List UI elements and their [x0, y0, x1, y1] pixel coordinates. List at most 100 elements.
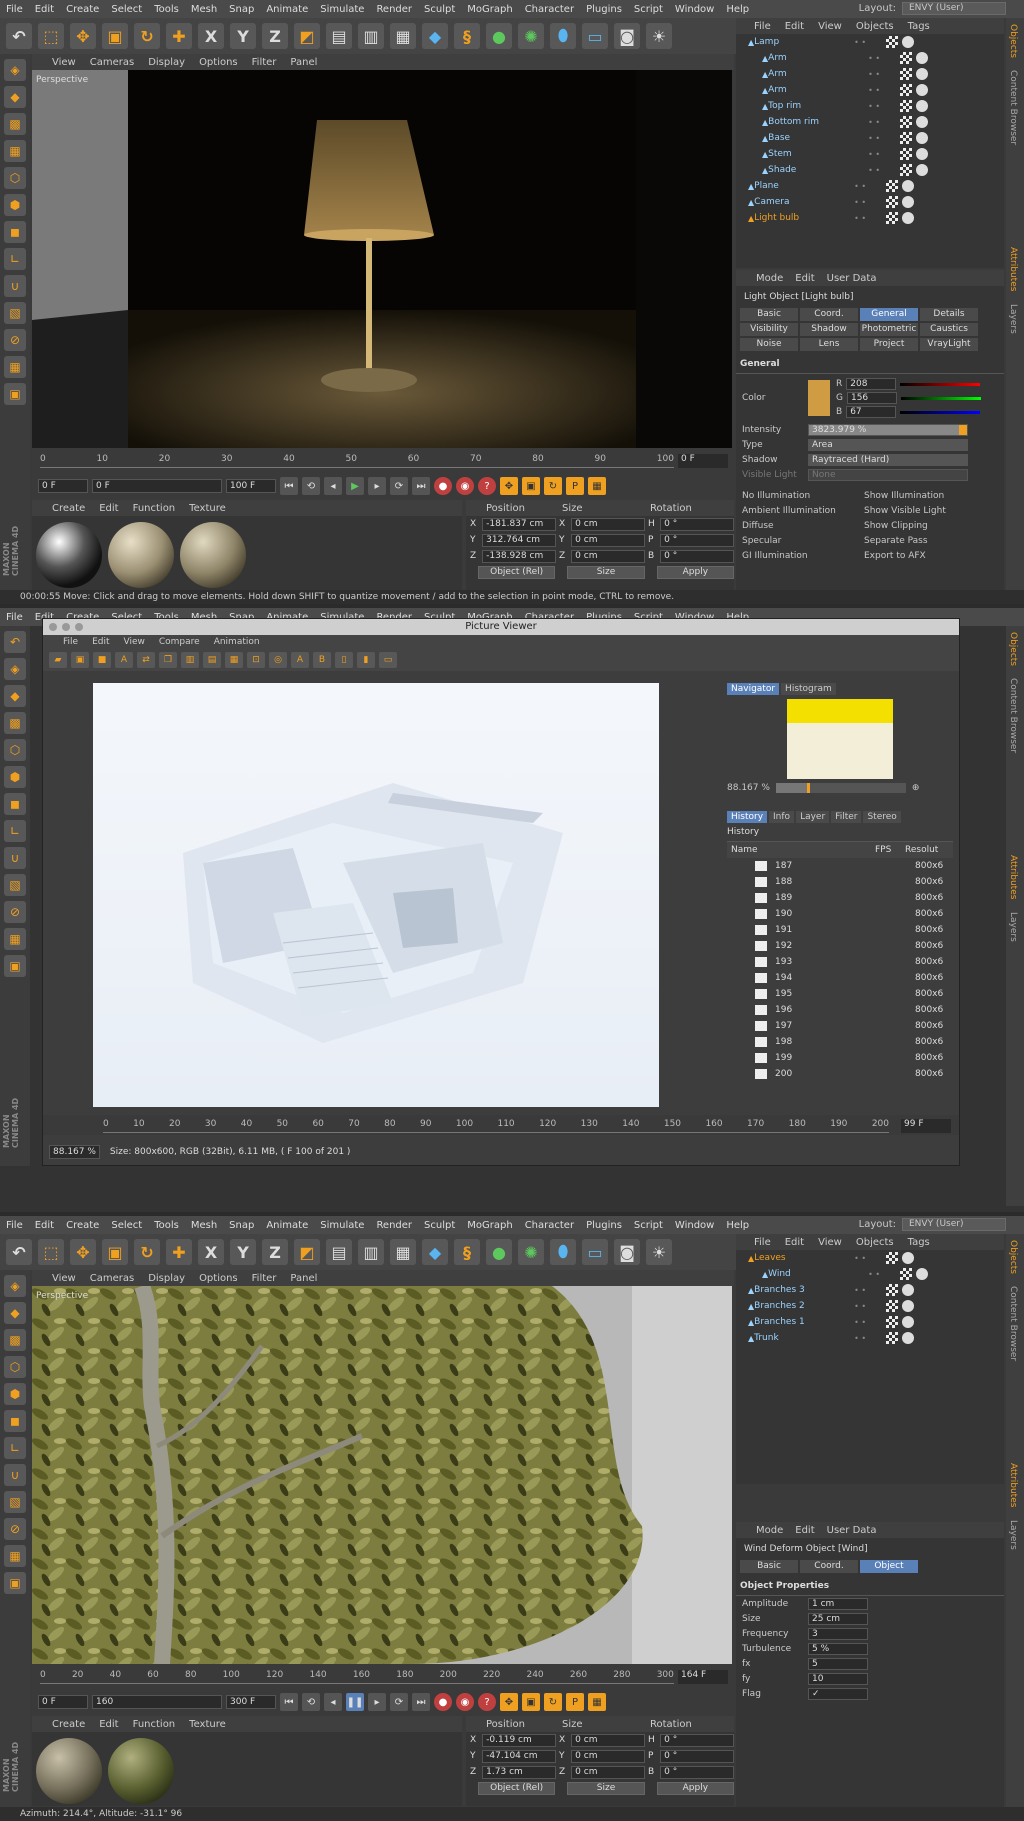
apply-button-3[interactable]: Apply [656, 1782, 734, 1795]
visibility-dots-icon[interactable]: • • [854, 1334, 882, 1343]
object-name[interactable]: Branches 1 [754, 1317, 854, 1327]
current-frame[interactable]: 0 F [678, 454, 728, 468]
next-frame-icon-3[interactable]: ▸ [368, 1693, 386, 1711]
om-menu-4-3[interactable]: Tags [908, 1237, 930, 1248]
menu-item-3-3[interactable]: Select [111, 1220, 142, 1231]
material-tag-icon[interactable] [902, 36, 915, 48]
check-4[interactable]: Diffuse [742, 521, 858, 531]
render-view-icon[interactable]: ▤ [326, 23, 352, 49]
rot-key-icon-3[interactable]: ↻ [544, 1693, 562, 1711]
layout-selector-3[interactable]: Layout: ENVY (User) [859, 1218, 1006, 1231]
object-row[interactable]: ▲ Trunk • • [736, 1330, 1004, 1346]
polygons-icon-3[interactable]: ◼ [4, 1410, 26, 1432]
scale-icon[interactable]: ▣ [102, 23, 128, 49]
menu-item-3[interactable]: Select [111, 4, 142, 15]
menu-item-12[interactable]: Character [525, 4, 574, 15]
check-2[interactable]: Ambient Illumination [742, 506, 858, 516]
pv-menu-item-1[interactable]: Edit [92, 637, 109, 647]
object-row[interactable]: ▲ Arm • • [736, 50, 1004, 66]
grid-icon-2[interactable]: ▦ [4, 928, 26, 950]
y-axis-icon-3[interactable]: Y [230, 1239, 256, 1265]
go-end-icon[interactable]: ⏭ [412, 477, 430, 495]
edges-icon[interactable]: ⬢ [4, 194, 26, 216]
material-tag-icon[interactable] [902, 196, 915, 208]
nav-zoom-slider[interactable] [775, 783, 906, 793]
tab-attributes[interactable]: Attributes [1006, 241, 1020, 297]
coord-size[interactable]: 0 cm [571, 549, 645, 563]
edges-icon-3[interactable]: ⬢ [4, 1383, 26, 1405]
play-icon[interactable]: ▶ [346, 477, 364, 495]
nav-tab[interactable]: Histogram [781, 683, 836, 695]
render-icon[interactable]: ▥ [181, 652, 199, 668]
undo-icon-2[interactable]: ↶ [4, 631, 26, 653]
rotate-icon-3[interactable]: ↻ [134, 1239, 160, 1265]
phong-tag-icon[interactable] [886, 1284, 899, 1296]
points-icon-3[interactable]: ⬡ [4, 1356, 26, 1378]
attr-menu-item-0[interactable]: Mode [756, 273, 783, 284]
attr-tab[interactable]: VrayLight [920, 338, 978, 351]
array-icon[interactable]: ✺ [518, 23, 544, 49]
material-menu-item-0[interactable]: Create [52, 503, 85, 514]
tab-content-browser-2[interactable]: Content Browser [1006, 672, 1020, 759]
magnet-icon-3[interactable]: ∪ [4, 1464, 26, 1486]
edges-icon-2[interactable]: ⬢ [4, 766, 26, 788]
visibility-dots-icon[interactable]: • • [854, 182, 882, 191]
prop-field[interactable]: 10 [808, 1672, 868, 1685]
prop-field[interactable]: 1 cm [808, 1597, 868, 1610]
check-9[interactable]: Export to AFX [864, 551, 980, 561]
viewport-menu-item-3[interactable]: Options [199, 57, 238, 68]
prop-field[interactable]: 5 % [808, 1642, 868, 1655]
menu-item-6[interactable]: Snap [229, 4, 254, 15]
y-axis-icon[interactable]: Y [230, 23, 256, 49]
material-bark[interactable] [36, 1738, 102, 1804]
color-swatch[interactable] [808, 380, 830, 416]
history-row[interactable]: 188 800x6 [727, 874, 953, 890]
history-row[interactable]: 197 800x6 [727, 1018, 953, 1034]
material-tag-icon[interactable] [916, 68, 929, 80]
visible-light-dropdown[interactable]: None [808, 468, 968, 481]
pv-timeline[interactable]: 0 10 20 30 40 50 60 70 80 90 100 110 120 130 140 150 160… [43, 1115, 959, 1135]
attr-tab[interactable]: Photometric [860, 323, 918, 336]
tab-attributes-3[interactable]: Attributes [1006, 1457, 1020, 1513]
om-menu-0-3[interactable]: File [754, 1237, 771, 1248]
material-tag-icon[interactable] [916, 1268, 929, 1280]
create-icon[interactable]: ✚ [166, 23, 192, 49]
phong-tag-icon[interactable] [886, 1332, 899, 1344]
menu-item-7[interactable]: Animate [266, 4, 308, 15]
move-icon[interactable]: ✥ [70, 23, 96, 49]
object-row[interactable]: ▲ Branches 3 • • [736, 1282, 1004, 1298]
nav-tab[interactable]: Navigator [727, 683, 780, 695]
material-tag-icon[interactable] [902, 180, 915, 192]
material-tag-icon[interactable] [916, 116, 929, 128]
om-menu-4[interactable]: Tags [908, 21, 930, 32]
timeline-ruler[interactable]: 0 10 20 30 40 50 60 70 80 90 100 [40, 454, 674, 468]
snap-icon-2[interactable]: ▧ [4, 874, 26, 896]
coord-rot[interactable]: 0 ° [660, 1765, 734, 1779]
history-row[interactable]: 194 800x6 [727, 970, 953, 986]
visibility-dots-icon[interactable]: • • [854, 38, 882, 47]
object-name[interactable]: Light bulb [754, 213, 854, 223]
menu-item-2-0[interactable]: File [6, 612, 23, 623]
object-mode-icon[interactable]: ◆ [4, 86, 26, 108]
scale-icon-3[interactable]: ▣ [102, 1239, 128, 1265]
deformer-icon-3[interactable]: ⬮ [550, 1239, 576, 1265]
layout-icon-2[interactable]: ▮ [357, 652, 375, 668]
check-5[interactable]: Show Clipping [864, 521, 980, 531]
tab-layers[interactable]: Layers [1006, 298, 1020, 340]
sculpt-icon-3[interactable]: ▣ [4, 1572, 26, 1594]
object-row[interactable]: ▲ Branches 2 • • [736, 1298, 1004, 1314]
object-row[interactable]: ▲ Light bulb • • [736, 210, 1004, 226]
render-region-icon[interactable]: ▤ [203, 652, 221, 668]
grid-icon[interactable]: ▦ [4, 356, 26, 378]
om-menu-3-3[interactable]: Objects [856, 1237, 894, 1248]
pv-menu-item-3[interactable]: Compare [159, 637, 200, 647]
object-name[interactable]: Arm [768, 69, 868, 79]
sculpt-icon[interactable]: ▣ [4, 383, 26, 405]
layout-icon-1[interactable]: ▯ [335, 652, 353, 668]
texture-mode-icon[interactable]: ▩ [4, 113, 26, 135]
menu-item-3-8[interactable]: Simulate [320, 1220, 364, 1231]
record-icon-3[interactable]: ● [434, 1693, 452, 1711]
om-menu-0[interactable]: File [754, 21, 771, 32]
material-menu-item-3-3[interactable]: Texture [189, 1719, 226, 1730]
viewport-menu-item-3-3[interactable]: Options [199, 1273, 238, 1284]
